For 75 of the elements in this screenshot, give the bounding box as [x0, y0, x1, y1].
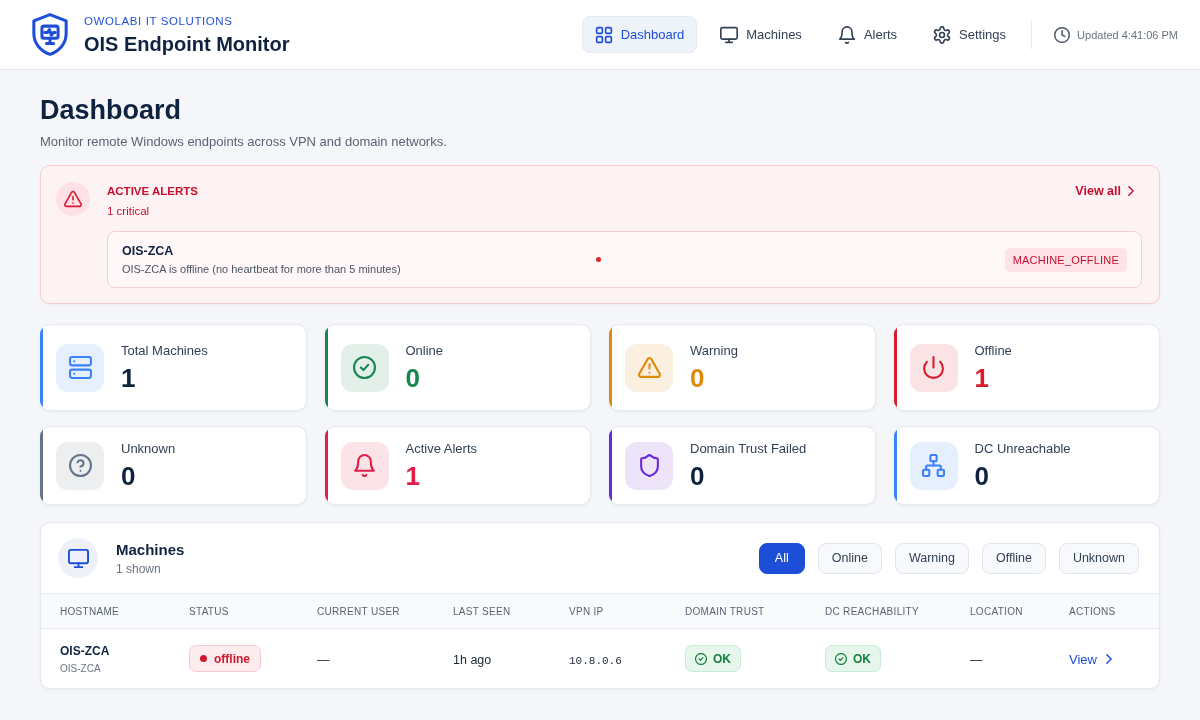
grid-icon — [594, 25, 613, 44]
stat-label: Domain Trust Failed — [690, 440, 807, 457]
dc-reachability-label: OK — [853, 651, 871, 666]
app-title: OIS Endpoint Monitor — [84, 31, 290, 56]
question-icon — [56, 441, 104, 490]
alerts-title: ACTIVE ALERTS — [107, 184, 198, 198]
stat-label: Online — [405, 342, 444, 359]
page-title: Dashboard — [40, 94, 183, 126]
column-header: HOSTNAME — [60, 605, 121, 617]
status-dot-icon — [200, 655, 207, 662]
status-label: offline — [214, 651, 250, 666]
settings-icon — [933, 25, 952, 44]
filter-button[interactable]: Online — [817, 542, 882, 574]
alerts-summary: 1 critical — [107, 204, 151, 218]
alert-message: OIS-ZCA is offline (no heartbeat for more than 5 minutes) — [122, 263, 402, 275]
stat-label: Active Alerts — [405, 440, 478, 457]
nav-tab[interactable]: Machines — [707, 16, 815, 53]
filter-button[interactable]: Offline — [981, 542, 1046, 574]
hostname-detail: OIS-ZCA — [60, 662, 102, 674]
table-cell: — — [317, 652, 330, 667]
machines-title: Machines — [116, 540, 185, 558]
machines-count: 1 shown — [116, 561, 162, 576]
column-header: DC REACHABILITY — [825, 605, 920, 617]
view-link[interactable]: View — [1069, 651, 1112, 667]
nav-tab[interactable]: Dashboard — [581, 16, 698, 53]
hostname-text: OIS-ZCA — [60, 643, 111, 658]
stat-value: 1 — [121, 362, 137, 393]
network-icon — [909, 441, 958, 490]
monitor-icon — [720, 25, 739, 44]
column-header: CURRENT USER — [317, 605, 401, 617]
bell-icon — [340, 441, 389, 490]
column-header: STATUS — [189, 605, 230, 617]
stat-label: Total Machines — [121, 342, 208, 359]
shield-logo-icon — [31, 13, 69, 56]
shield-icon — [625, 441, 673, 490]
stat-label: Unknown — [121, 440, 176, 457]
stat-label: Warning — [690, 342, 738, 359]
stat-value: 1 — [405, 460, 421, 491]
brand-name: OWOLABI IT SOLUTIONS — [84, 13, 234, 28]
chevron-right-icon — [1105, 654, 1112, 664]
alert-host: OIS-ZCA — [122, 244, 175, 258]
column-header: LAST SEEN — [453, 605, 512, 617]
filter-button[interactable]: All — [758, 542, 805, 574]
monitor-icon — [58, 538, 98, 578]
stat-value: 1 — [974, 362, 990, 393]
warning-icon — [625, 343, 673, 392]
alert-type-tag: MACHINE_OFFLINE — [1004, 247, 1127, 272]
column-header: ACTIONS — [1069, 605, 1117, 617]
column-header: DOMAIN TRUST — [685, 605, 766, 617]
view-all-link[interactable]: View all — [1075, 184, 1134, 198]
nav-tab[interactable]: Settings — [920, 16, 1020, 53]
stat-label: DC Unreachable — [974, 440, 1071, 457]
bell-icon — [837, 25, 856, 44]
column-header: LOCATION — [970, 605, 1024, 617]
nav-tab[interactable]: Alerts — [824, 16, 911, 53]
table-cell: 10.8.0.6 — [569, 654, 622, 667]
page-subtitle: Monitor remote Windows endpoints across VPN and domain networks. — [40, 133, 448, 151]
stat-value: 0 — [690, 362, 706, 393]
server-icon — [56, 343, 104, 392]
table-cell: 1h ago — [453, 652, 492, 667]
stat-value: 0 — [405, 362, 421, 393]
warning-icon — [56, 182, 90, 216]
stat-value: 0 — [121, 460, 137, 491]
filter-button[interactable]: Warning — [894, 542, 969, 574]
column-header: VPN IP — [569, 605, 605, 617]
chevron-right-icon — [1128, 186, 1134, 196]
table-cell: — — [970, 652, 983, 667]
updated-time: Updated 4:41:06 PM — [1077, 28, 1178, 41]
stat-label: Offline — [974, 342, 1012, 359]
stat-value: 0 — [690, 460, 706, 491]
stat-value: 0 — [974, 460, 990, 491]
filter-button[interactable]: Unknown — [1058, 542, 1139, 574]
domain-trust-label: OK — [713, 651, 731, 666]
clock-icon — [1054, 26, 1071, 43]
power-icon — [909, 343, 958, 392]
